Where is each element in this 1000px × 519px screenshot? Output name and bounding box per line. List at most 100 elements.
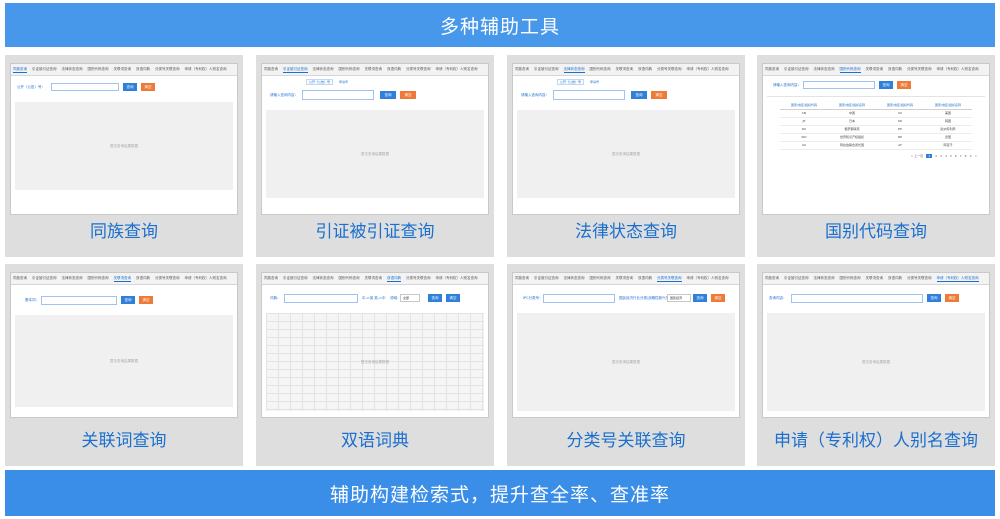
tab-alias[interactable]: 申请（专利权）人别名查询 xyxy=(936,276,979,282)
page-button[interactable]: 4 xyxy=(945,154,947,158)
page-button[interactable]: 3 xyxy=(940,154,942,158)
query-button[interactable]: 查询 xyxy=(428,294,442,302)
tab-related[interactable]: 关联词查询 xyxy=(866,276,884,281)
tab-alias[interactable]: 申请（专利权）人别名查询 xyxy=(436,276,478,281)
ipc-classification-input[interactable] xyxy=(543,294,615,303)
tab-citation[interactable]: 引证被引证查询 xyxy=(534,67,559,72)
clear-button[interactable]: 清空 xyxy=(139,296,153,304)
card-family-query[interactable]: 同族查询 引证被引证查询 法律状态查询 国别代码查询 关联词查询 双语词典 分类… xyxy=(5,55,243,257)
domain-select[interactable]: 全部 xyxy=(400,294,420,302)
tab-family[interactable]: 同族查询 xyxy=(13,67,27,73)
tab-class[interactable]: 分类号关联查询 xyxy=(657,276,682,282)
tab-alias[interactable]: 申请（专利权）人别名查询 xyxy=(937,67,979,72)
clear-button[interactable]: 清空 xyxy=(141,83,155,91)
publication-number-input[interactable] xyxy=(51,83,119,91)
tab-related[interactable]: 关联词查询 xyxy=(616,67,634,72)
query-button[interactable]: 查询 xyxy=(380,91,396,99)
card-related-words-query[interactable]: 同族查询 引证被引证查询 法律状态查询 国别代码查询 关联词查询 双语词典 分类… xyxy=(5,264,243,466)
tab-citation[interactable]: 引证被引证查询 xyxy=(32,67,57,72)
alias-query-input[interactable] xyxy=(791,294,923,303)
industry-select[interactable]: 国民经济 xyxy=(667,294,691,302)
tab-family[interactable]: 同族查询 xyxy=(515,67,529,72)
dictionary-input[interactable] xyxy=(284,294,358,303)
page-button[interactable]: 5 xyxy=(950,154,952,158)
tab-class[interactable]: 分类号关联查询 xyxy=(907,276,932,281)
tab-class[interactable]: 分类号关联查询 xyxy=(155,276,180,281)
card-classification-query[interactable]: 同族查询 引证被引证查询 法律状态查询 国别代码查询 关联词查询 双语词典 分类… xyxy=(507,264,745,466)
tab-class[interactable]: 分类号关联查询 xyxy=(406,67,431,72)
tab-related[interactable]: 关联词查询 xyxy=(866,67,884,72)
query-button[interactable]: 查询 xyxy=(631,91,647,99)
query-button[interactable]: 查询 xyxy=(693,294,707,302)
tab-country[interactable]: 国别代码查询 xyxy=(840,276,861,281)
card-bilingual-dictionary[interactable]: 同族查询 引证被引证查询 法律状态查询 国别代码查询 关联词查询 双语词典 分类… xyxy=(256,264,494,466)
card-legal-status-query[interactable]: 同族查询 引证被引证查询 法律状态查询 国别代码查询 关联词查询 双语词典 分类… xyxy=(507,55,745,257)
tab-alias[interactable]: 申请（专利权）人别名查询 xyxy=(436,67,478,72)
page-button[interactable]: 1 xyxy=(926,153,933,158)
tab-family[interactable]: 同族查询 xyxy=(264,67,278,72)
tab-country[interactable]: 国别代码查询 xyxy=(590,67,611,72)
tab-legal[interactable]: 法律状态查询 xyxy=(814,276,835,281)
tab-family[interactable]: 同族查询 xyxy=(765,276,779,281)
tab-country[interactable]: 国别代码查询 xyxy=(839,67,861,73)
tab-dict[interactable]: 双语词典 xyxy=(136,67,150,72)
tab-related[interactable]: 关联词查询 xyxy=(365,67,383,72)
tab-related[interactable]: 关联词查询 xyxy=(616,276,634,281)
tab-dict[interactable]: 双语词典 xyxy=(888,276,902,281)
tab-legal[interactable]: 法律状态查询 xyxy=(313,276,334,281)
tab-country[interactable]: 国别代码查询 xyxy=(88,276,109,281)
tab-citation[interactable]: 引证被引证查询 xyxy=(283,276,308,281)
tab-dict[interactable]: 双语词典 xyxy=(387,276,401,282)
tab-dict[interactable]: 双语词典 xyxy=(888,67,902,72)
clear-button[interactable]: 清空 xyxy=(945,294,959,302)
chip-publication-number[interactable]: 公开（公告）号 xyxy=(557,79,585,85)
tab-alias[interactable]: 申请（专利权）人别名查询 xyxy=(185,67,227,72)
query-button[interactable]: 查询 xyxy=(121,296,135,304)
tab-citation[interactable]: 引证被引证查询 xyxy=(32,276,57,281)
page-button[interactable]: 2 xyxy=(935,154,937,158)
clear-button[interactable]: 清空 xyxy=(711,294,725,302)
tab-citation[interactable]: 引证被引证查询 xyxy=(784,276,809,281)
page-button[interactable]: 6 xyxy=(955,154,957,158)
tab-dict[interactable]: 双语词典 xyxy=(638,276,652,281)
tab-legal[interactable]: 法律状态查询 xyxy=(62,67,83,72)
tab-dict[interactable]: 双语词典 xyxy=(387,67,401,72)
page-button[interactable]: 7 xyxy=(960,154,962,158)
tab-family[interactable]: 同族查询 xyxy=(264,276,278,281)
card-country-code-query[interactable]: 同族查询 引证被引证查询 法律状态查询 国别代码查询 关联词查询 双语词典 分类… xyxy=(757,55,995,257)
clear-button[interactable]: 清空 xyxy=(651,91,667,99)
chip-application-number[interactable]: 申请号 xyxy=(587,79,602,85)
tab-alias[interactable]: 申请（专利权）人别名查询 xyxy=(687,276,729,281)
clear-button[interactable]: 清空 xyxy=(446,294,460,302)
chip-application-number[interactable]: 申请号 xyxy=(336,79,351,85)
page-button[interactable]: 9 xyxy=(970,154,972,158)
chip-publication-number[interactable]: 公开（公告）号 xyxy=(306,79,334,85)
tab-dict[interactable]: 双语词典 xyxy=(136,276,150,281)
legal-status-input[interactable] xyxy=(553,90,625,100)
tab-family[interactable]: 同族查询 xyxy=(13,276,27,281)
tab-dict[interactable]: 双语词典 xyxy=(638,67,652,72)
tab-related[interactable]: 关联词查询 xyxy=(365,276,383,281)
tab-family[interactable]: 同族查询 xyxy=(765,67,779,72)
tab-class[interactable]: 分类号关联查询 xyxy=(155,67,180,72)
tab-related[interactable]: 关联词查询 xyxy=(114,67,132,72)
country-code-input[interactable] xyxy=(803,81,875,89)
tab-legal[interactable]: 法律状态查询 xyxy=(564,276,585,281)
tab-legal[interactable]: 法律状态查询 xyxy=(62,276,83,281)
tab-related[interactable]: 关联词查询 xyxy=(113,276,131,282)
tab-class[interactable]: 分类号关联查询 xyxy=(907,67,932,72)
tab-legal[interactable]: 法律状态查询 xyxy=(563,67,585,73)
tab-alias[interactable]: 申请（专利权）人别名查询 xyxy=(687,67,729,72)
card-citation-query[interactable]: 同族查询 引证被引证查询 法律状态查询 国别代码查询 关联词查询 双语词典 分类… xyxy=(256,55,494,257)
tab-class[interactable]: 分类号关联查询 xyxy=(657,67,682,72)
clear-button[interactable]: 清空 xyxy=(897,81,911,89)
tab-country[interactable]: 国别代码查询 xyxy=(339,67,360,72)
tab-alias[interactable]: 申请（专利权）人别名查询 xyxy=(185,276,227,281)
tab-class[interactable]: 分类号关联查询 xyxy=(406,276,431,281)
tab-family[interactable]: 同族查询 xyxy=(515,276,529,281)
tab-legal[interactable]: 法律状态查询 xyxy=(313,67,334,72)
tab-citation[interactable]: 引证被引证查询 xyxy=(534,276,559,281)
clear-button[interactable]: 清空 xyxy=(400,91,416,99)
next-page-button[interactable]: > xyxy=(974,154,977,158)
tab-citation[interactable]: 引证被引证查询 xyxy=(283,67,308,73)
